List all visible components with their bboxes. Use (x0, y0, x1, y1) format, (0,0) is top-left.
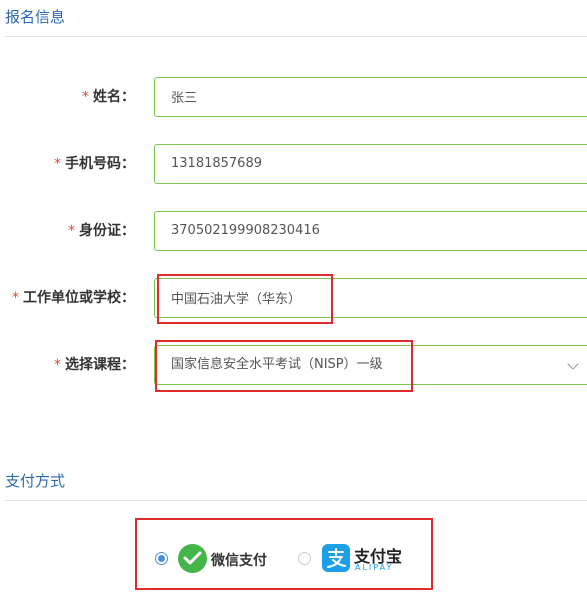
phone-label-text: 手机号码： (65, 156, 135, 172)
workplace-input[interactable] (171, 279, 551, 315)
required-mark: * (82, 89, 89, 105)
workplace-label: * 工作单位或学校： (12, 278, 135, 318)
id-card-input[interactable] (171, 212, 551, 249)
course-select[interactable]: 国家信息安全水平考试（NISP）一级 (154, 345, 587, 385)
required-mark: * (68, 223, 75, 239)
id-card-row: * 身份证： (0, 211, 587, 251)
id-card-field[interactable] (154, 211, 587, 251)
phone-row: * 手机号码： (0, 144, 587, 184)
course-label-text: 选择课程： (65, 357, 135, 373)
course-selected-value: 国家信息安全水平考试（NISP）一级 (171, 357, 383, 372)
alipay-icon (322, 544, 350, 572)
required-mark: * (54, 156, 61, 172)
registration-section-title: 报名信息 (5, 8, 66, 26)
workplace-row: * 工作单位或学校： (0, 278, 587, 318)
name-field[interactable] (154, 77, 587, 117)
chevron-down-icon[interactable] (567, 358, 579, 370)
wechat-pay-option[interactable]: 微信支付 (150, 540, 275, 580)
registration-divider (5, 36, 587, 37)
name-input[interactable] (171, 78, 551, 114)
wechat-pay-icon (178, 544, 207, 573)
payment-section-title: 支付方式 (5, 472, 66, 490)
wechat-pay-label: 微信支付 (211, 553, 267, 569)
phone-label: * 手机号码： (54, 144, 135, 184)
name-row: * 姓名： (0, 77, 587, 117)
required-mark: * (12, 290, 19, 306)
payment-divider (5, 500, 587, 501)
name-label-text: 姓名： (93, 89, 135, 105)
workplace-label-text: 工作单位或学校： (23, 290, 135, 306)
alipay-sub-label: ALIPAY (355, 563, 394, 572)
id-card-label: * 身份证： (68, 211, 135, 251)
course-row: * 选择课程： 国家信息安全水平考试（NISP）一级 (0, 345, 587, 385)
alipay-radio[interactable] (298, 552, 311, 565)
alipay-option[interactable]: 支付宝 ALIPAY (292, 540, 407, 580)
wechat-pay-radio[interactable] (155, 552, 168, 565)
phone-field[interactable] (154, 144, 587, 184)
course-label: * 选择课程： (54, 345, 135, 385)
phone-input[interactable] (171, 145, 551, 182)
required-mark: * (54, 357, 61, 373)
name-label: * 姓名： (82, 77, 135, 117)
id-card-label-text: 身份证： (79, 223, 135, 239)
workplace-field[interactable] (154, 278, 587, 318)
